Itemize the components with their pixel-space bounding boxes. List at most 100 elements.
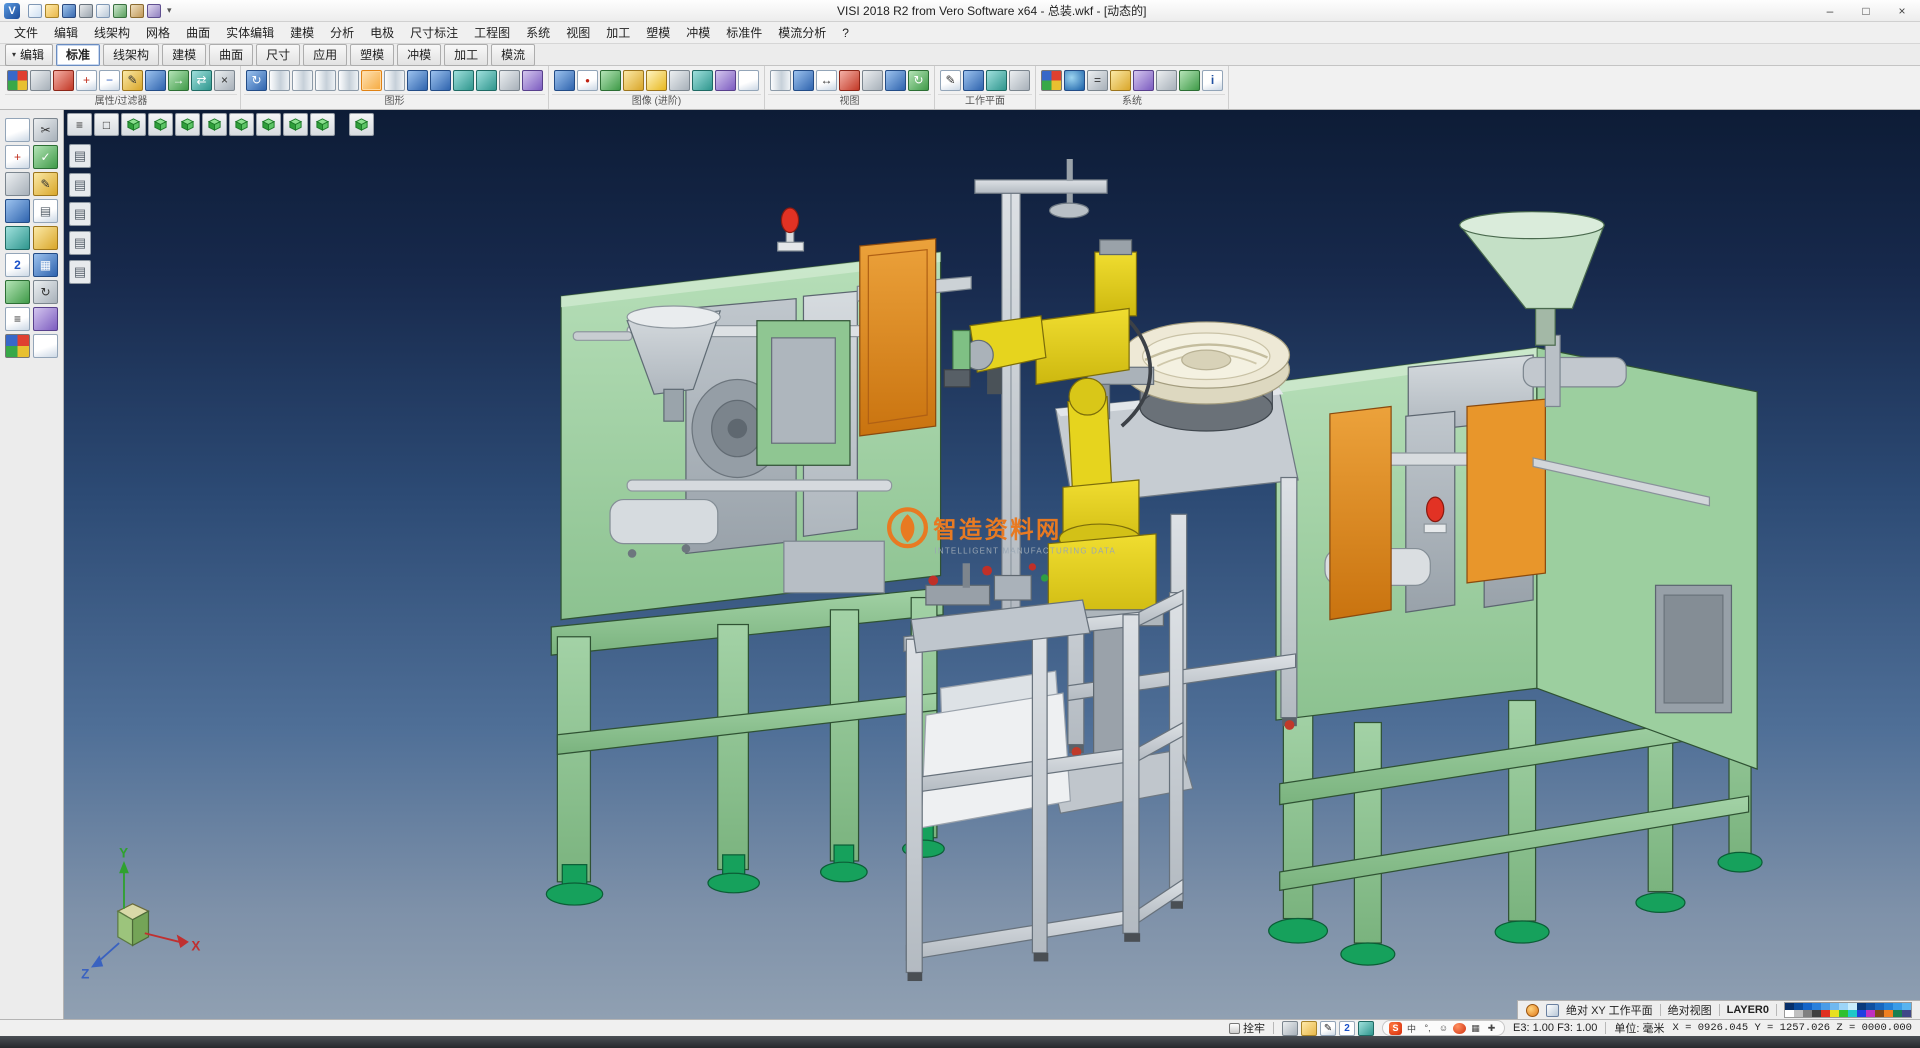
ime-emoji-button[interactable]: ☺ xyxy=(1437,1022,1450,1035)
mini-palette-icon[interactable] xyxy=(5,334,30,358)
grid-display-icon[interactable] xyxy=(499,70,520,91)
paste-icon[interactable] xyxy=(33,226,58,250)
snapshot-icon[interactable] xyxy=(554,70,575,91)
system-colors-icon[interactable] xyxy=(1041,70,1062,91)
edit-dropdown[interactable]: ▾ 编辑 xyxy=(5,44,53,66)
hidden-line-view-icon[interactable] xyxy=(292,70,313,91)
menu-item[interactable]: 加工 xyxy=(598,21,638,44)
clipboard-slot-1-icon[interactable]: ▤ xyxy=(69,144,91,168)
maximize-button[interactable]: □ xyxy=(1848,0,1884,21)
list-icon[interactable]: ≡ xyxy=(5,307,30,331)
color-swatch[interactable] xyxy=(1857,1010,1866,1017)
workplane-reset-icon[interactable] xyxy=(1009,70,1030,91)
clipboard-slot-4-icon[interactable]: ▤ xyxy=(69,231,91,255)
color-swatch[interactable] xyxy=(1884,1003,1893,1010)
matrix-icon[interactable] xyxy=(33,307,58,331)
color-swatch[interactable] xyxy=(1893,1003,1902,1010)
calculator-icon[interactable]: = xyxy=(1087,70,1108,91)
capture-icon[interactable] xyxy=(1282,1021,1298,1036)
clipboard-slot-5-icon[interactable]: ▤ xyxy=(69,260,91,284)
ime-lang-button[interactable]: 中 xyxy=(1405,1022,1418,1035)
section-icon[interactable] xyxy=(839,70,860,91)
menu-item[interactable]: 工程图 xyxy=(466,21,518,44)
clipboard-icon[interactable]: ▤ xyxy=(33,199,58,223)
zoom-window-icon[interactable] xyxy=(407,70,428,91)
close-button[interactable]: × xyxy=(1884,0,1920,21)
attribute-pen-icon[interactable]: ✎ xyxy=(122,70,143,91)
color-swatch[interactable] xyxy=(1803,1003,1812,1010)
confirm-icon[interactable]: ✓ xyxy=(33,145,58,169)
measure-icon[interactable]: ↔ xyxy=(816,70,837,91)
menu-item[interactable]: 建模 xyxy=(282,21,322,44)
shaded-edges-view-icon[interactable] xyxy=(338,70,359,91)
settings-icon[interactable] xyxy=(1156,70,1177,91)
ime-toolbox-button[interactable]: ✚ xyxy=(1485,1022,1498,1035)
filter-swap-icon[interactable]: ⇄ xyxy=(191,70,212,91)
context-tab[interactable]: 应用 xyxy=(303,44,347,66)
right-injection-machine[interactable] xyxy=(1269,212,1762,965)
workplane-align-icon[interactable] xyxy=(963,70,984,91)
menu-item[interactable]: 网格 xyxy=(138,21,178,44)
filter-magnet-icon[interactable] xyxy=(53,70,74,91)
undo-rotate-icon[interactable]: ↻ xyxy=(33,280,58,304)
workplane-rotate-icon[interactable] xyxy=(986,70,1007,91)
count-badge[interactable]: 2 xyxy=(1339,1021,1355,1036)
color-swatch[interactable] xyxy=(1893,1010,1902,1017)
system-info-icon[interactable]: i xyxy=(1202,70,1223,91)
view-iso-icon[interactable] xyxy=(793,70,814,91)
clipboard-slot-2-icon[interactable]: ▤ xyxy=(69,173,91,197)
edit-pen-icon[interactable]: ✎ xyxy=(33,172,58,196)
texture-icon[interactable] xyxy=(600,70,621,91)
color-swatch[interactable] xyxy=(1848,1010,1857,1017)
menu-item[interactable]: 实体编辑 xyxy=(218,21,282,44)
menu-item[interactable]: 冲模 xyxy=(678,21,718,44)
zoom-all-icon[interactable] xyxy=(430,70,451,91)
view-refresh-icon[interactable]: ↻ xyxy=(908,70,929,91)
globe-icon[interactable] xyxy=(1064,70,1085,91)
zoom-select-icon[interactable] xyxy=(885,70,906,91)
context-tab[interactable]: 冲模 xyxy=(397,44,441,66)
absolute-view-label[interactable]: 绝对视图 xyxy=(1668,1002,1712,1018)
menu-item[interactable]: 标准件 xyxy=(718,21,770,44)
view-plane-button[interactable]: □ xyxy=(94,113,119,136)
menu-item[interactable]: 电极 xyxy=(362,21,402,44)
menu-item[interactable]: 塑模 xyxy=(638,21,678,44)
filter-apply-icon[interactable]: → xyxy=(168,70,189,91)
ime-mic-button[interactable] xyxy=(1453,1023,1466,1034)
filter-remove-icon[interactable]: − xyxy=(99,70,120,91)
color-swatch[interactable] xyxy=(1803,1010,1812,1017)
color-swatch[interactable] xyxy=(1821,1003,1830,1010)
workplane-label[interactable]: 绝对 XY 工作平面 xyxy=(1566,1002,1653,1018)
workplane-create-icon[interactable]: ✎ xyxy=(940,70,961,91)
active-layer-label[interactable]: LAYER0 xyxy=(1727,1004,1769,1016)
view-iso-sw-button[interactable] xyxy=(283,113,308,136)
menu-item[interactable]: 尺寸标注 xyxy=(402,21,466,44)
cells-icon[interactable]: ▦ xyxy=(33,253,58,277)
snap-point-icon[interactable]: + xyxy=(5,145,30,169)
ime-keyboard-button[interactable]: ▦ xyxy=(1469,1022,1482,1035)
sheet-icon[interactable] xyxy=(33,334,58,358)
save-view-icon[interactable] xyxy=(5,199,30,223)
redraw-icon[interactable]: ↻ xyxy=(246,70,267,91)
context-tab[interactable]: 模流 xyxy=(491,44,535,66)
attribute-print-icon[interactable] xyxy=(30,70,51,91)
menu-item[interactable]: 曲面 xyxy=(178,21,218,44)
context-tab[interactable]: 加工 xyxy=(444,44,488,66)
macro-icon[interactable] xyxy=(1133,70,1154,91)
lighting-icon[interactable] xyxy=(646,70,667,91)
material-icon[interactable] xyxy=(623,70,644,91)
ime-punct-button[interactable]: °, xyxy=(1421,1022,1434,1035)
axis-indicator-icon[interactable] xyxy=(1546,1004,1559,1017)
save-icon[interactable] xyxy=(62,4,76,18)
annotate-icon[interactable]: ✎ xyxy=(1320,1021,1336,1036)
profile-2-icon[interactable]: 2 xyxy=(5,253,30,277)
options-icon[interactable] xyxy=(147,4,161,18)
pan-view-icon[interactable] xyxy=(453,70,474,91)
context-tab[interactable]: 线架构 xyxy=(103,44,159,66)
scissors-icon[interactable]: ✂ xyxy=(33,118,58,142)
filter-add-icon[interactable]: + xyxy=(76,70,97,91)
menu-item[interactable]: ? xyxy=(834,23,857,43)
rotate-view-icon[interactable] xyxy=(476,70,497,91)
undo-icon[interactable] xyxy=(113,4,127,18)
attribute-palette-icon[interactable] xyxy=(7,70,28,91)
